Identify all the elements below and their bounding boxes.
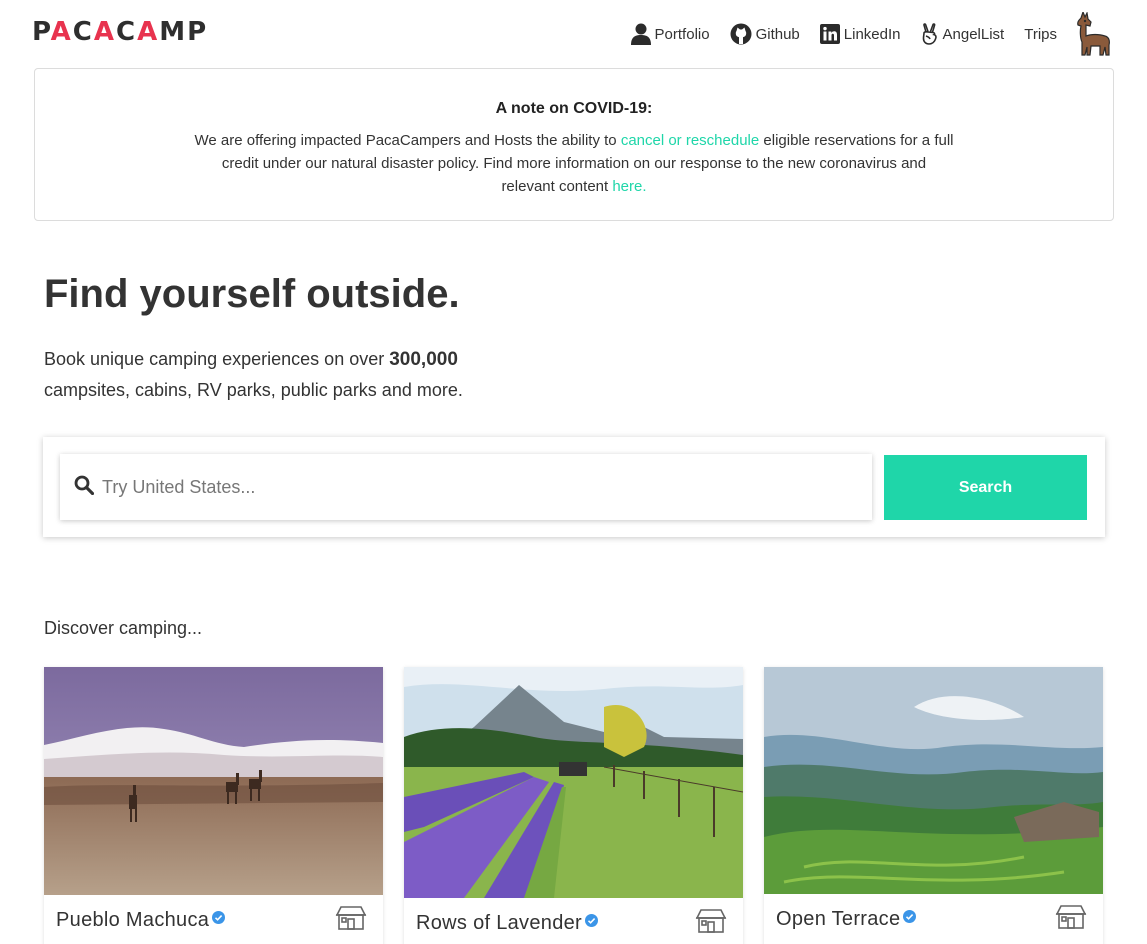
- cancel-reschedule-link[interactable]: cancel or reschedule: [621, 132, 759, 149]
- campsite-image: [404, 667, 743, 898]
- hero-subtitle: Book unique camping experiences on over …: [44, 344, 514, 405]
- nav-portfolio-label: Portfolio: [654, 25, 710, 43]
- campsite-card-open-terrace[interactable]: Open Terrace: [764, 667, 1103, 944]
- verified-badge-icon: [585, 910, 599, 933]
- github-icon: [730, 23, 752, 45]
- cabin-icon: [1055, 904, 1087, 935]
- campsite-name-text: Pueblo Machuca: [56, 909, 210, 931]
- campsite-count: 300,000: [389, 349, 458, 370]
- covid-more-info-link[interactable]: here.: [612, 178, 646, 195]
- angellist-icon: [921, 23, 939, 45]
- llama-avatar[interactable]: [1075, 10, 1113, 56]
- nav-linkedin[interactable]: LinkedIn: [819, 24, 901, 44]
- covid-text-part-1: We are offering impacted PacaCampers and…: [194, 132, 621, 149]
- campsite-name-text: Open Terrace: [776, 908, 901, 930]
- covid-notice: A note on COVID-19: We are offering impa…: [34, 68, 1114, 221]
- campsite-name: Pueblo Machuca: [56, 907, 226, 932]
- covid-text: We are offering impacted PacaCampers and…: [194, 129, 954, 198]
- campsite-card-pueblo-machuca[interactable]: Pueblo Machuca: [44, 667, 383, 944]
- campsite-card-meta: Open Terrace: [764, 894, 1103, 944]
- search-icon: [60, 475, 95, 500]
- nav-trips-label: Trips: [1024, 25, 1057, 43]
- campsite-card-rows-of-lavender[interactable]: Rows of Lavender: [404, 667, 743, 944]
- hero-title: Find yourself outside.: [44, 272, 460, 316]
- discover-heading: Discover camping...: [44, 618, 203, 638]
- nav-trips[interactable]: Trips: [1024, 26, 1057, 43]
- search-panel: Search: [43, 437, 1105, 537]
- nav-github-label: Github: [755, 25, 800, 43]
- logo[interactable]: PACACAMP: [32, 17, 208, 47]
- covid-title: A note on COVID-19:: [495, 100, 653, 117]
- campsite-card-meta: Pueblo Machuca: [44, 895, 383, 944]
- nav-portfolio[interactable]: Portfolio: [630, 23, 710, 45]
- campsite-name-text: Rows of Lavender: [416, 912, 583, 934]
- cabin-icon: [695, 908, 727, 939]
- verified-badge-icon: [903, 906, 917, 929]
- search-field[interactable]: [60, 454, 872, 520]
- user-icon: [630, 23, 651, 45]
- nav-angellist[interactable]: AngelList: [921, 23, 1005, 45]
- linkedin-icon: [819, 24, 840, 44]
- hero-subtitle-pre: Book unique camping experiences on over: [44, 349, 390, 369]
- campsite-image: [764, 667, 1103, 894]
- campsite-image: [44, 667, 383, 895]
- search-input[interactable]: [102, 454, 872, 520]
- nav-github[interactable]: Github: [730, 23, 800, 45]
- campsite-card-meta: Rows of Lavender: [404, 898, 743, 944]
- nav-angellist-label: AngelList: [942, 25, 1005, 43]
- verified-badge-icon: [212, 907, 226, 930]
- top-nav: Portfolio Github LinkedIn AngelList Trip…: [630, 10, 1113, 56]
- campsite-name: Open Terrace: [776, 906, 917, 931]
- cabin-icon: [335, 905, 367, 936]
- nav-linkedin-label: LinkedIn: [843, 25, 901, 43]
- logo-text: PACACAMP: [32, 17, 209, 47]
- campsite-name: Rows of Lavender: [416, 910, 599, 935]
- search-button[interactable]: Search: [884, 455, 1087, 520]
- hero-subtitle-post: campsites, cabins, RV parks, public park…: [44, 380, 463, 400]
